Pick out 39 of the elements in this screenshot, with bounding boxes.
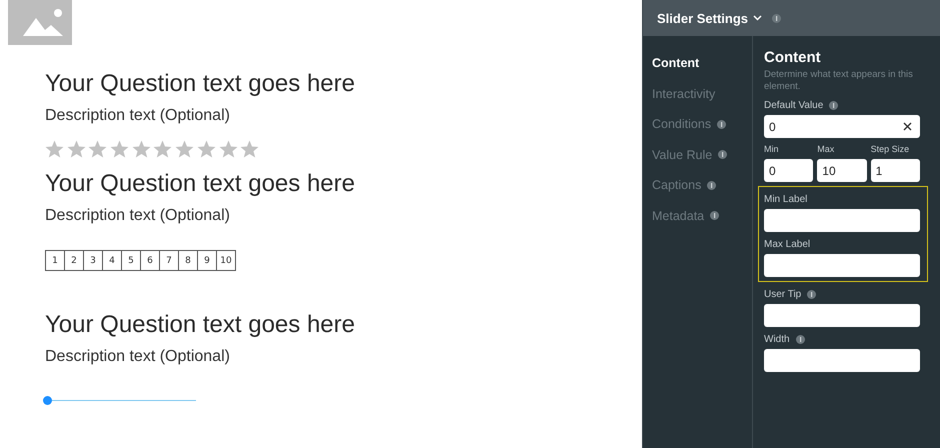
star-icon [110,140,130,158]
question-title: Your Question text goes here [45,169,355,199]
field-label: Max [817,144,834,154]
question-description: Description text (Optional) [45,106,230,126]
star-icon [88,140,108,158]
chevron-down-icon [753,15,762,21]
star-icon [132,140,151,158]
star-icon [153,140,172,158]
question-description: Description text (Optional) [45,206,230,226]
star-icon [45,140,64,158]
question-title: Your Question text goes here [45,69,355,99]
input-field[interactable]: 1 [870,159,920,182]
question-title: Your Question text goes here [45,310,355,340]
input-field[interactable] [764,209,920,232]
star-icon [66,140,86,158]
nav-item[interactable]: Content [652,56,700,70]
input-field[interactable] [764,254,920,277]
field-label: Max Label [764,238,810,250]
settings-dropdown[interactable]: Slider Settings [657,10,762,26]
field-label: Min [764,144,779,154]
star-icon [240,140,260,158]
input-field[interactable]: 10 [817,159,867,182]
question-description: Description text (Optional) [45,347,230,367]
field-label: User Tip [764,288,802,300]
input-field[interactable]: 0 [764,159,814,182]
field-label: Step Size [870,144,910,154]
input-field[interactable]: 0 [764,115,920,138]
star-icon [218,140,238,158]
field-label: Min Label [764,194,808,204]
close-icon[interactable] [903,122,912,131]
field-label: Width [764,334,790,344]
field-label: Default Value [764,100,824,110]
star-icon [175,140,194,158]
input-field[interactable] [764,349,920,372]
section-description: Determine what text appears in this element. [764,69,914,93]
input-field[interactable] [764,304,920,327]
section-heading: Content [764,48,822,68]
slider-thumb[interactable] [43,396,52,405]
star-icon [196,140,216,158]
